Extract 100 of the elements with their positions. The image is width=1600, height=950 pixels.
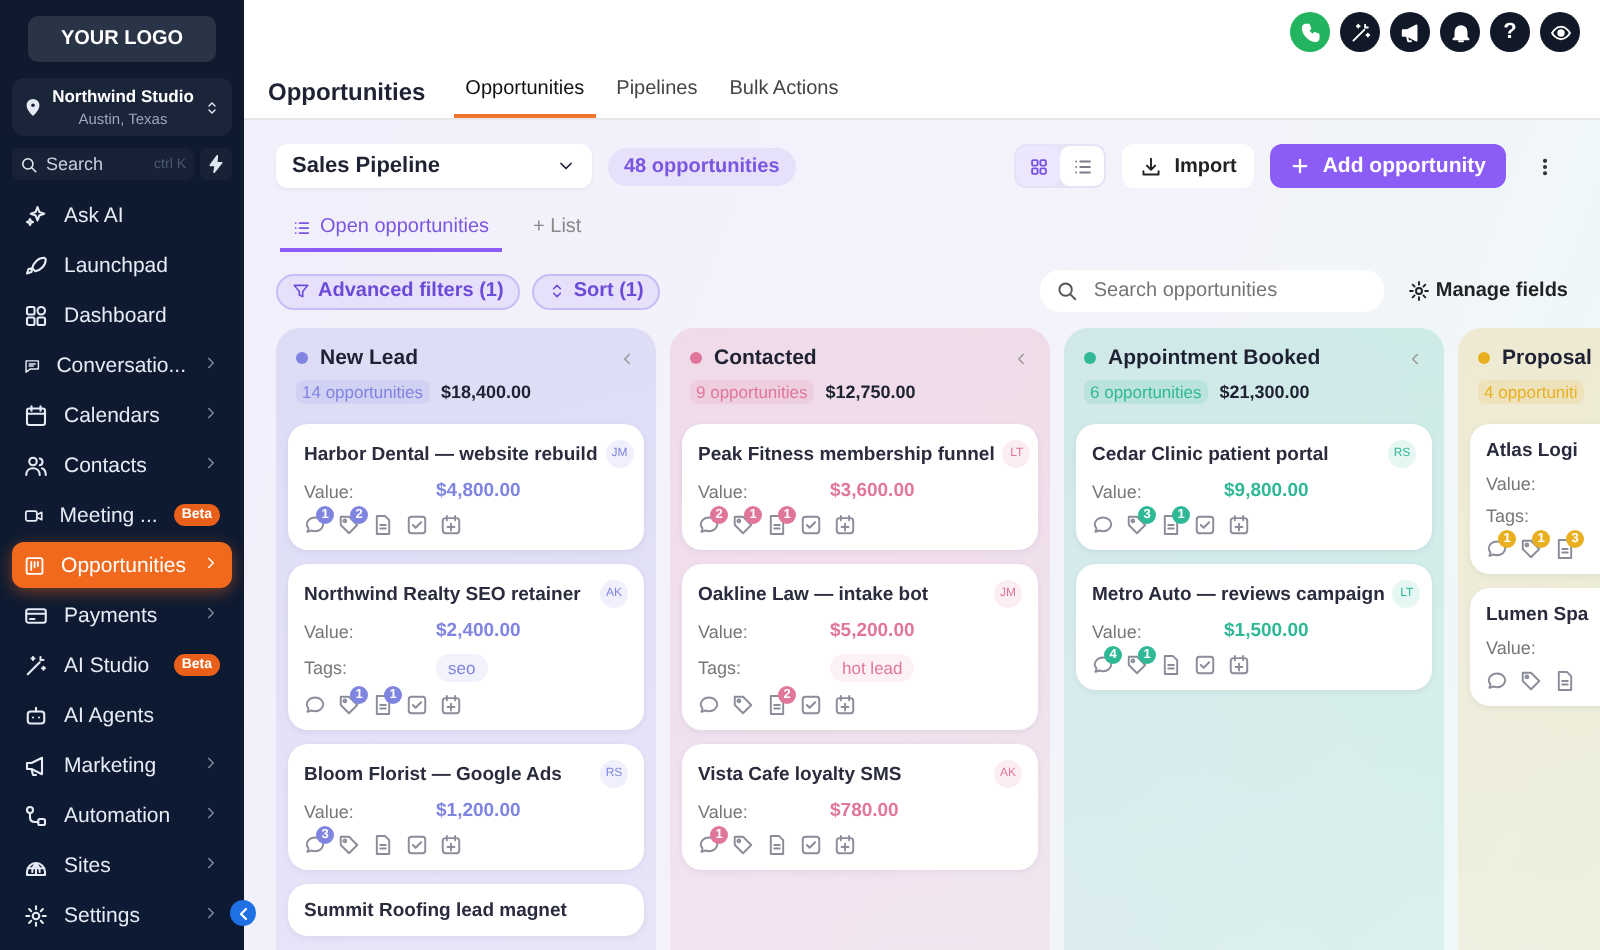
checkbox-button[interactable]	[800, 694, 822, 716]
sidebar-item[interactable]: Marketing	[12, 742, 232, 788]
megaphone-button[interactable]	[1390, 12, 1430, 52]
opportunity-title: Summit Roofing lead magnet	[304, 900, 567, 922]
tag-button[interactable]	[1520, 670, 1542, 692]
calendar-icon	[24, 403, 48, 427]
sidebar-item[interactable]: Contacts	[12, 442, 232, 488]
chat-button[interactable]	[1092, 514, 1114, 536]
chat-icon	[1486, 670, 1508, 692]
stage-total: $12,750.00	[825, 382, 916, 402]
add-opportunity-button[interactable]: Add opportunity	[1270, 144, 1506, 188]
board-icon	[24, 553, 46, 577]
phone-button[interactable]	[1290, 12, 1330, 52]
calendar-button[interactable]	[834, 514, 856, 536]
collapse-button[interactable]	[1012, 349, 1030, 367]
tag-button[interactable]	[732, 834, 754, 856]
checkbox-button[interactable]	[800, 834, 822, 856]
checkbox-button[interactable]	[1194, 514, 1216, 536]
stage-total: $18,400.00	[441, 382, 532, 402]
calendar-icon	[440, 694, 462, 716]
pipeline-select[interactable]: Sales Pipeline	[276, 144, 592, 188]
opportunity-card[interactable]: Lumen Spa Value:	[1470, 588, 1600, 706]
calendar-button[interactable]	[1228, 514, 1250, 536]
calendar-button[interactable]	[834, 694, 856, 716]
calendar-icon	[834, 834, 856, 856]
sidebar-item[interactable]: Conversatio...	[12, 342, 232, 388]
plus-icon	[1290, 156, 1311, 176]
sidebar-item[interactable]: Launchpad	[12, 242, 232, 288]
stage-count: 9 opportunities	[690, 380, 814, 404]
chat-button[interactable]	[698, 694, 720, 716]
opportunity-title: Peak Fitness membership funnel	[698, 443, 995, 465]
calendar-button[interactable]	[440, 514, 462, 536]
search-field[interactable]: Search opportunities	[1039, 270, 1384, 312]
opportunity-value: $780.00	[830, 800, 901, 822]
checkbox-button[interactable]	[406, 834, 428, 856]
collapse-button[interactable]	[618, 349, 636, 367]
checkbox-icon	[800, 834, 822, 856]
view-tab[interactable]: Open opportunities	[280, 208, 502, 252]
bell-button[interactable]	[1440, 12, 1480, 52]
checkbox-icon	[1194, 654, 1216, 676]
document-button[interactable]	[766, 834, 788, 856]
manage-fields-button[interactable]: Manage fields	[1407, 280, 1568, 302]
card-icon	[24, 603, 48, 627]
checkbox-icon	[406, 834, 428, 856]
wand-button[interactable]	[1340, 12, 1380, 52]
calendar-button[interactable]	[440, 694, 462, 716]
chat-icon	[1092, 654, 1114, 676]
document-icon	[766, 694, 788, 716]
stage-name: Appointment Booked	[1108, 346, 1323, 370]
sidebar-item[interactable]: Automation	[12, 792, 232, 838]
tag-button[interactable]	[338, 834, 360, 856]
checkbox-button[interactable]	[1194, 654, 1216, 676]
wand-icon	[24, 653, 48, 677]
sidebar-item[interactable]: Settings	[12, 892, 232, 938]
checkbox-button[interactable]	[800, 514, 822, 536]
stage-total: $21,300.00	[1219, 382, 1310, 402]
tag-icon	[338, 834, 360, 856]
checkbox-button[interactable]	[406, 694, 428, 716]
sidebar-item[interactable]: Calendars	[12, 392, 232, 438]
chat-button[interactable]	[304, 694, 326, 716]
tab[interactable]: Bulk Actions	[717, 64, 851, 118]
value-label: Value:	[698, 621, 750, 641]
stage-name: Proposal	[1502, 346, 1594, 370]
eye-button[interactable]	[1540, 12, 1580, 52]
help-button[interactable]: ?	[1490, 12, 1530, 52]
tab[interactable]: Pipelines	[604, 64, 710, 118]
checkbox-icon	[800, 694, 822, 716]
calendar-button[interactable]	[834, 834, 856, 856]
calendar-button[interactable]	[1228, 654, 1250, 676]
document-button[interactable]	[372, 514, 394, 536]
opportunity-title: Lumen Spa	[1486, 604, 1589, 626]
opportunity-value: $2,400.00	[436, 620, 523, 642]
document-button[interactable]	[372, 834, 394, 856]
sidebar-item[interactable]: Dashboard	[12, 292, 232, 338]
sort-button[interactable]: Sort (1)	[531, 273, 660, 309]
value-label: Value:	[1486, 474, 1538, 494]
opportunity-title: Harbor Dental — website rebuild	[304, 443, 598, 465]
tag-button[interactable]	[732, 694, 754, 716]
chevron-left-icon	[618, 349, 636, 367]
sidebar-item[interactable]: Ask AI	[12, 192, 232, 238]
tag-icon	[732, 694, 754, 716]
sidebar-item[interactable]: Sites	[12, 842, 232, 888]
collapse-sidebar-button[interactable]	[230, 900, 256, 926]
list-view-button[interactable]	[1060, 146, 1105, 186]
grid-view-button[interactable]	[1016, 146, 1061, 186]
collapse-button[interactable]	[1406, 349, 1424, 367]
sidebar-item[interactable]: Payments	[12, 592, 232, 638]
checkbox-button[interactable]	[406, 514, 428, 536]
calendar-button[interactable]	[440, 834, 462, 856]
import-button[interactable]: Import	[1122, 144, 1255, 188]
opportunity-card[interactable]: Summit Roofing lead magnet	[288, 884, 644, 936]
stage-count: 4 opportuniti	[1478, 380, 1584, 404]
document-button[interactable]	[1554, 670, 1576, 692]
tab[interactable]: Opportunities	[453, 64, 597, 118]
sidebar-item[interactable]: AI Agents	[12, 692, 232, 738]
filter-button[interactable]: Advanced filters (1)	[276, 273, 520, 309]
logo-button[interactable]: YOUR LOGO	[28, 16, 216, 62]
chat-button[interactable]	[1486, 670, 1508, 692]
bolt-button[interactable]	[200, 148, 232, 180]
document-button[interactable]	[1160, 654, 1182, 676]
